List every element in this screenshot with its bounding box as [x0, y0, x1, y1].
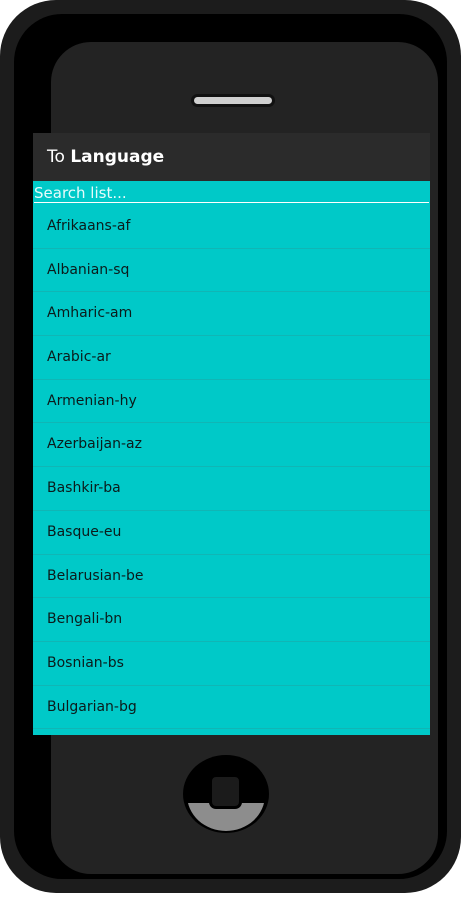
title-prefix: To	[47, 147, 65, 167]
language-item[interactable]: Bulgarian-bg	[33, 686, 430, 730]
language-item[interactable]: Arabic-ar	[33, 336, 430, 380]
dialog-title: To Language	[33, 133, 430, 181]
title-strong: Language	[70, 147, 165, 167]
earpiece-speaker	[191, 94, 275, 107]
home-button[interactable]	[183, 755, 269, 833]
search-bar	[33, 183, 430, 205]
language-item[interactable]: Afrikaans-af	[33, 205, 430, 249]
language-item[interactable]: Armenian-hy	[33, 380, 430, 424]
language-list: Afrikaans-af Albanian-sq Amharic-am Arab…	[33, 205, 430, 730]
language-item[interactable]: Azerbaijan-az	[33, 423, 430, 468]
language-item[interactable]: Basque-eu	[33, 511, 430, 555]
language-item[interactable]: Bosnian-bs	[33, 642, 430, 686]
home-square-icon	[209, 774, 242, 809]
language-item[interactable]: Amharic-am	[33, 292, 430, 337]
language-item[interactable]: Bashkir-ba	[33, 467, 430, 511]
language-item[interactable]: Albanian-sq	[33, 249, 430, 293]
language-item[interactable]: Belarusian-be	[33, 555, 430, 599]
language-picker-screen: To Language Afrikaans-af Albanian-sq Amh…	[33, 133, 430, 735]
language-item[interactable]: Bengali-bn	[33, 598, 430, 642]
search-input[interactable]	[34, 183, 429, 203]
